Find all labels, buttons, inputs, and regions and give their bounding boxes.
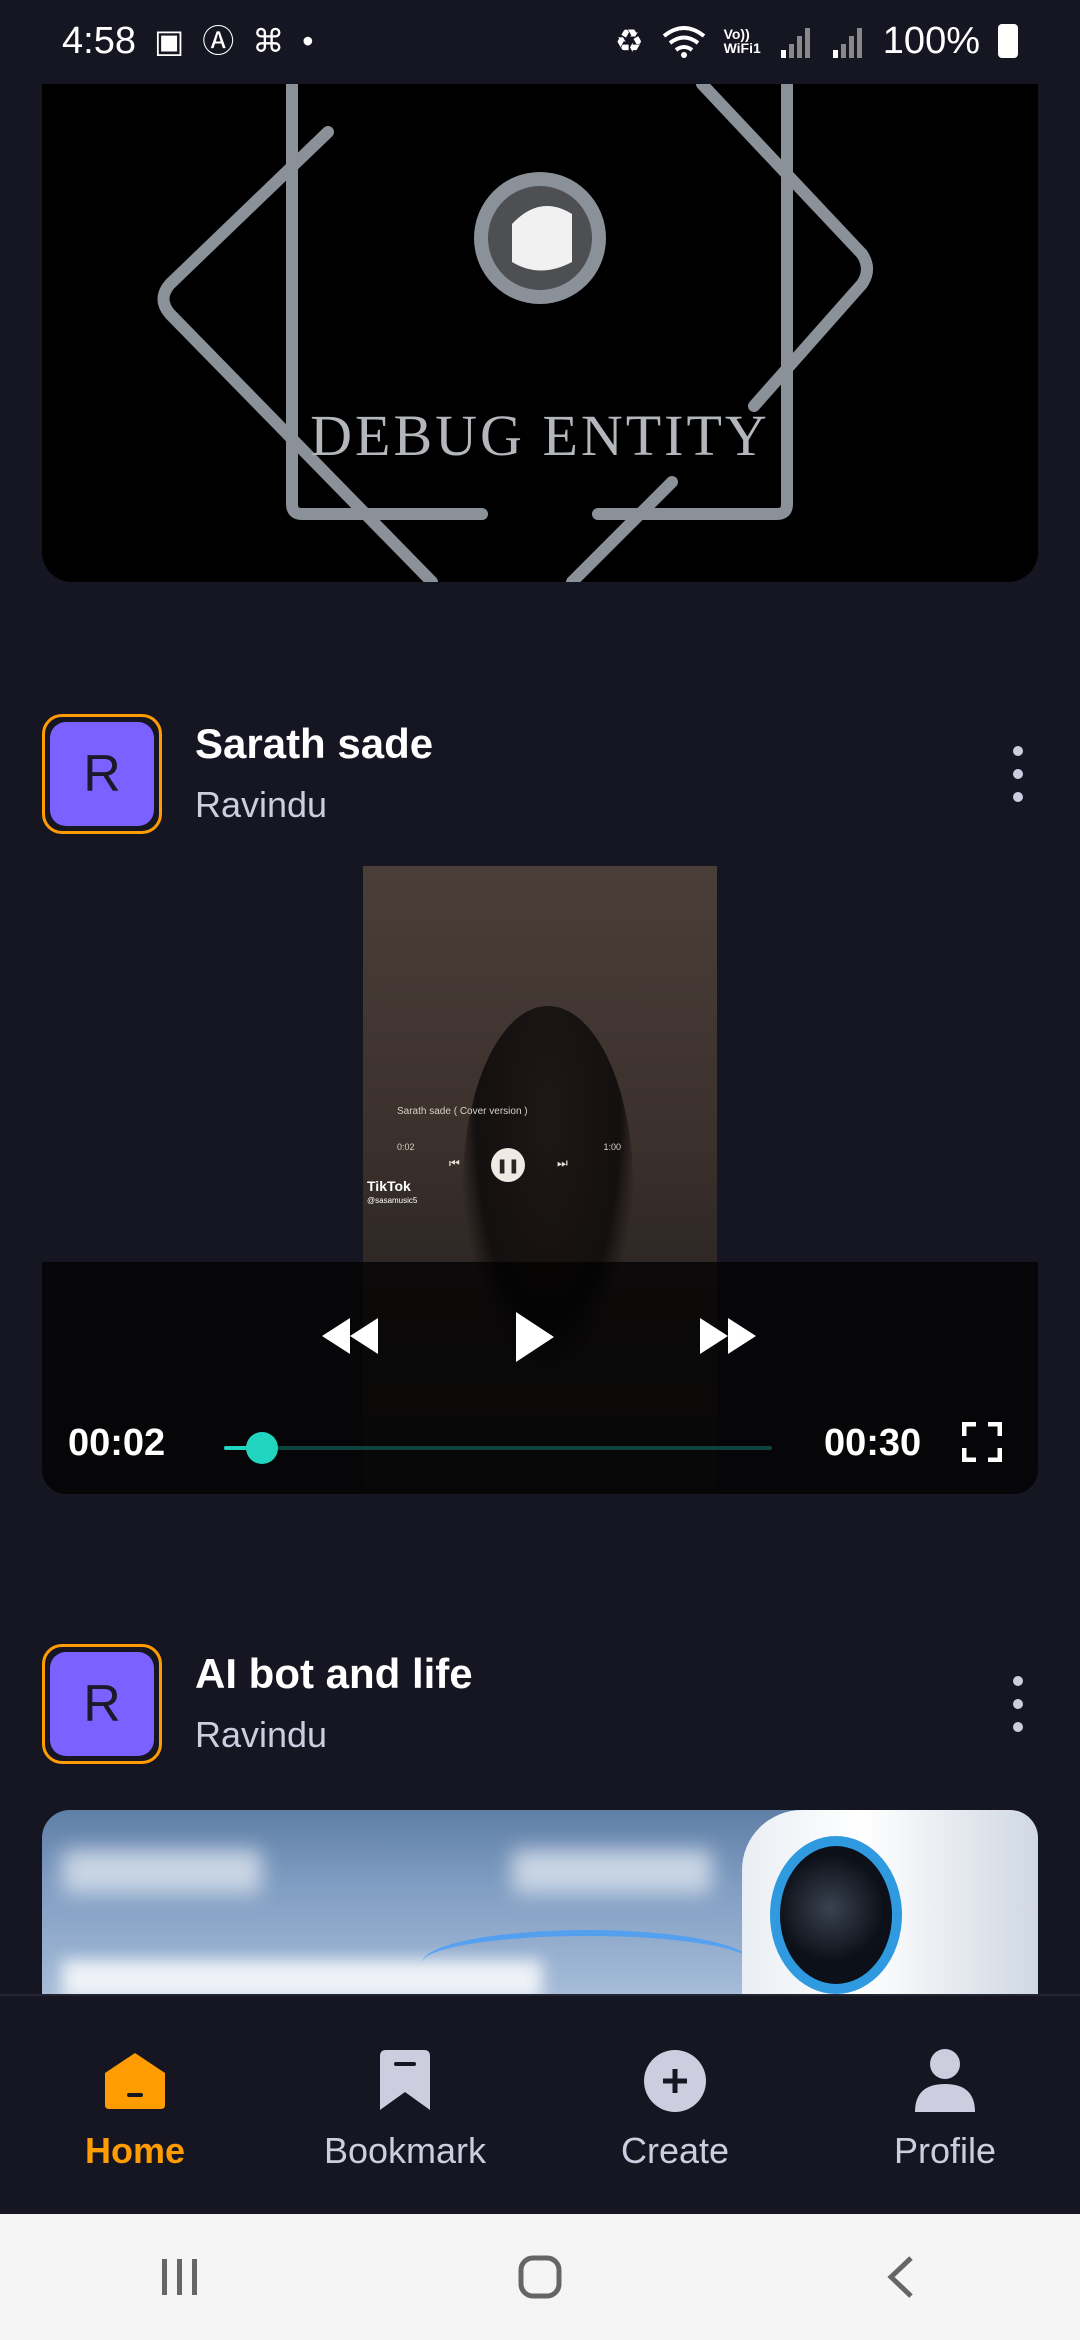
- post-author: Ravindu: [195, 1714, 328, 1755]
- banner-title: DEBUG ENTITY: [310, 403, 770, 468]
- status-time: 4:58: [62, 19, 136, 62]
- home-square-icon: [518, 2255, 562, 2299]
- home-button[interactable]: [480, 2237, 600, 2317]
- light-streak: [422, 1930, 752, 1994]
- dot-icon: •: [302, 23, 314, 59]
- post-title: AI bot and life: [195, 1650, 473, 1697]
- signal-icon-2: [832, 28, 862, 58]
- app-grid-icon: ⌘: [252, 23, 285, 59]
- video-overlay-time-current: 0:02: [397, 1142, 415, 1152]
- battery-percent: 100%: [882, 19, 980, 62]
- recycle-icon: ♻: [614, 23, 644, 59]
- tab-home[interactable]: Home: [35, 1996, 235, 2172]
- rewind-icon[interactable]: [318, 1314, 382, 1358]
- tab-create[interactable]: Create: [575, 1996, 775, 2172]
- current-time: 00:02: [68, 1422, 166, 1464]
- recents-icon: [162, 2259, 197, 2295]
- tiktok-watermark: TikTok: [367, 1178, 411, 1194]
- avatar-letter: R: [50, 722, 154, 826]
- overlay-next-icon: ⏭: [557, 1156, 568, 1170]
- seek-thumb[interactable]: [246, 1432, 279, 1464]
- post-header: R AI bot and life Ravindu: [42, 1644, 1038, 1768]
- video-player[interactable]: Sarath sade ( Cover version ) 0:02 1:00 …: [42, 866, 1038, 1494]
- overlay-pause-icon: ❚❚: [491, 1148, 525, 1182]
- status-bar: 4:58 ▣ Ⓐ ⌘ • ♻ Vo)) WiFi1 100%: [0, 0, 1080, 82]
- status-left: 4:58 ▣ Ⓐ ⌘ •: [62, 20, 313, 63]
- signal-icon: [780, 28, 810, 58]
- post-header: R Sarath sade Ravindu: [42, 714, 1038, 838]
- avatar[interactable]: R: [42, 1644, 162, 1764]
- more-options-icon[interactable]: [998, 1664, 1038, 1744]
- home-icon: [105, 2053, 165, 2109]
- fullscreen-icon[interactable]: [962, 1422, 1002, 1462]
- more-options-icon[interactable]: [998, 734, 1038, 814]
- banner-logo-art: [157, 84, 873, 582]
- vowifi-label: Vo)) WiFi1: [723, 26, 761, 56]
- play-icon[interactable]: [512, 1310, 556, 1364]
- bottom-tab-bar: Home Bookmark Create Profile: [0, 1994, 1080, 2216]
- banner-image[interactable]: DEBUG ENTITY: [42, 84, 1038, 582]
- tiktok-handle: @sasamusic5: [367, 1196, 418, 1205]
- tab-bookmark[interactable]: Bookmark: [305, 1996, 505, 2172]
- back-chevron-icon: [887, 2256, 913, 2298]
- duration: 00:30: [824, 1422, 922, 1464]
- back-button[interactable]: [840, 2237, 960, 2317]
- system-nav-bar: [0, 2214, 1080, 2340]
- blurred-text: [62, 1850, 262, 1894]
- fast-forward-icon[interactable]: [696, 1314, 760, 1358]
- gallery-icon: ▣: [153, 23, 185, 59]
- plus-circle-icon: [644, 2050, 706, 2112]
- battery-icon: [998, 24, 1018, 58]
- person-icon: [915, 2049, 975, 2112]
- tab-label: Profile: [893, 2130, 997, 2171]
- tab-label: Home: [84, 2130, 186, 2171]
- post-image-preview[interactable]: [42, 1810, 1038, 1994]
- tab-label: Create: [620, 2130, 730, 2171]
- tab-profile[interactable]: Profile: [845, 1996, 1045, 2172]
- robot-eye: [770, 1836, 902, 1994]
- video-overlay-caption: Sarath sade ( Cover version ): [397, 1106, 528, 1117]
- status-right: ♻ Vo)) WiFi1 100%: [615, 20, 1018, 63]
- overlay-prev-icon: ⏮: [449, 1156, 460, 1170]
- wifi-icon: [662, 26, 705, 58]
- video-controls: 00:02 00:30: [42, 1262, 1038, 1494]
- post-author: Ravindu: [195, 784, 328, 825]
- seek-bar[interactable]: [224, 1432, 772, 1464]
- recent-apps-button[interactable]: [120, 2237, 240, 2317]
- avatar-letter: R: [50, 1652, 154, 1756]
- bookmark-icon: [380, 2050, 430, 2110]
- video-overlay-time-total: 1:00: [603, 1142, 621, 1152]
- tab-label: Bookmark: [323, 2130, 487, 2171]
- avatar[interactable]: R: [42, 714, 162, 834]
- app-a-icon: Ⓐ: [202, 23, 235, 59]
- post-title: Sarath sade: [195, 720, 434, 767]
- blurred-text: [512, 1850, 712, 1894]
